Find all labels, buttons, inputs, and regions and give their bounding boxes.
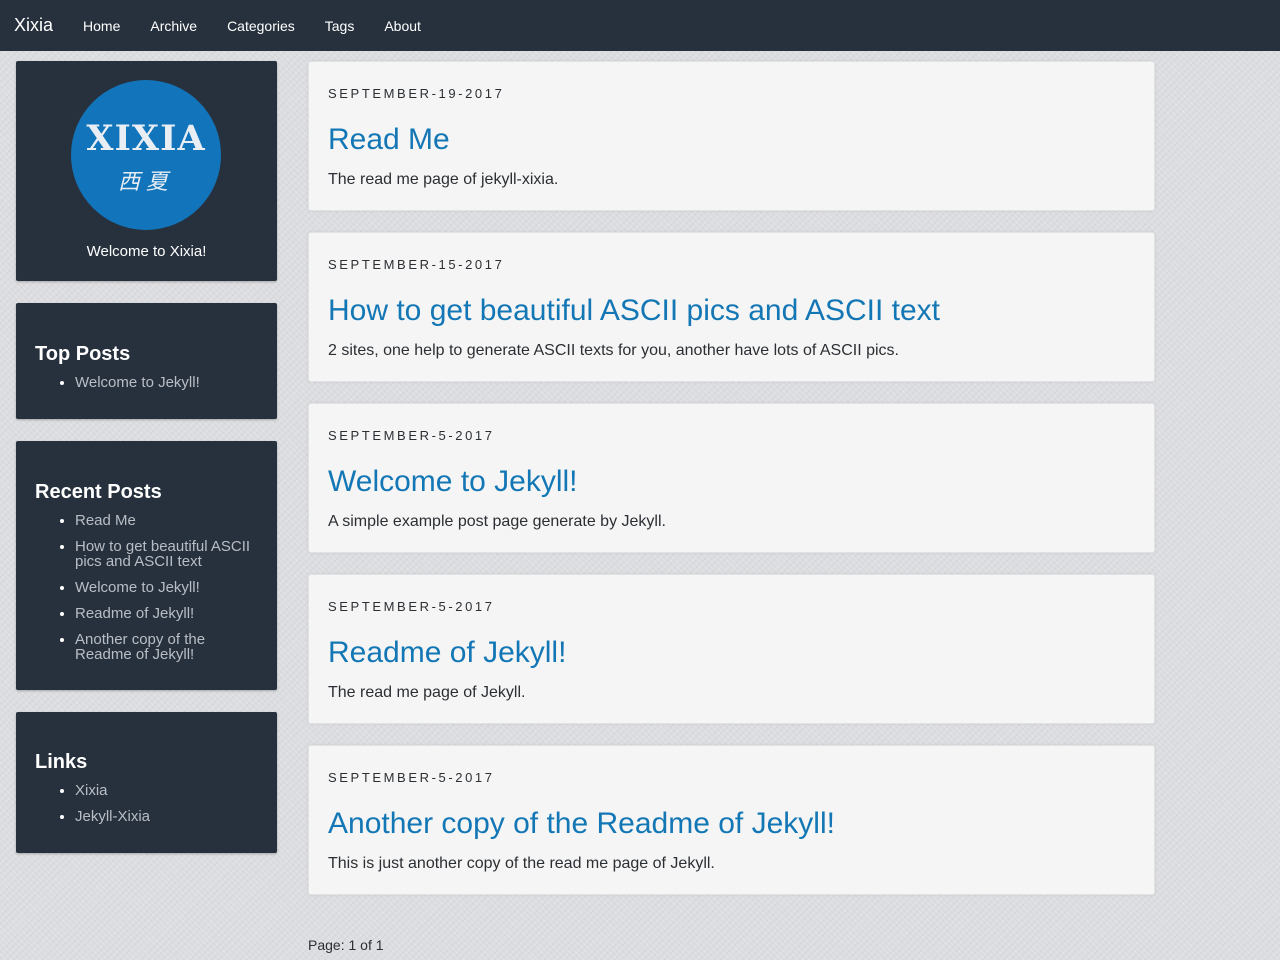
recent-post-link[interactable]: How to get beautiful ASCII pics and ASCI… [75,538,250,570]
list-item: Readme of Jekyll! [75,606,263,621]
links-panel: Links Xixia Jekyll-Xixia [16,712,277,853]
post-date: SEPTEMBER-15-2017 [328,257,505,272]
post-title-link[interactable]: How to get beautiful ASCII pics and ASCI… [328,294,940,328]
post-excerpt: 2 sites, one help to generate ASCII text… [328,342,899,359]
post-card: SEPTEMBER-5-2017 Readme of Jekyll! The r… [308,574,1155,724]
post-date: SEPTEMBER-5-2017 [328,599,495,614]
recent-posts-panel: Recent Posts Read Me How to get beautifu… [16,441,277,690]
recent-post-link[interactable]: Welcome to Jekyll! [75,579,200,596]
top-post-link[interactable]: Welcome to Jekyll! [75,374,200,391]
recent-posts-list: Read Me How to get beautiful ASCII pics … [75,513,263,673]
pagination-text: Page: 1 of 1 [308,937,384,953]
list-item: Welcome to Jekyll! [75,375,263,390]
post-card: SEPTEMBER-19-2017 Read Me The read me pa… [308,61,1155,211]
post-date: SEPTEMBER-19-2017 [328,86,505,101]
top-posts-heading: Top Posts [35,343,131,365]
site-logo: XIXIA 西夏 [71,80,221,230]
list-item: Read Me [75,513,263,528]
list-item: Another copy of the Readme of Jekyll! [75,632,263,662]
external-link[interactable]: Jekyll-Xixia [75,808,150,825]
nav-home[interactable]: Home [83,18,120,34]
welcome-text: Welcome to Xixia! [86,243,207,260]
post-title-link[interactable]: Readme of Jekyll! [328,636,566,670]
links-list: Xixia Jekyll-Xixia [75,783,263,835]
list-item: Welcome to Jekyll! [75,580,263,595]
post-card: SEPTEMBER-5-2017 Another copy of the Rea… [308,745,1155,895]
post-title-link[interactable]: Read Me [328,123,450,157]
list-item: How to get beautiful ASCII pics and ASCI… [75,539,263,569]
list-item: Xixia [75,783,263,798]
post-card: SEPTEMBER-15-2017 How to get beautiful A… [308,232,1155,382]
post-excerpt: This is just another copy of the read me… [328,855,715,872]
nav-archive[interactable]: Archive [150,18,197,34]
recent-posts-heading: Recent Posts [35,481,162,503]
external-link[interactable]: Xixia [75,782,108,799]
logo-subtext: 西夏 [117,169,174,195]
nav-categories[interactable]: Categories [227,18,295,34]
post-title-link[interactable]: Welcome to Jekyll! [328,465,578,499]
post-excerpt: A simple example post page generate by J… [328,513,666,530]
brand-link[interactable]: Xixia [14,15,53,36]
recent-post-link[interactable]: Readme of Jekyll! [75,605,194,622]
list-item: Jekyll-Xixia [75,809,263,824]
logo-text: XIXIA [86,117,206,159]
nav-tags[interactable]: Tags [325,18,355,34]
post-date: SEPTEMBER-5-2017 [328,770,495,785]
nav-about[interactable]: About [384,18,421,34]
post-excerpt: The read me page of Jekyll. [328,684,526,701]
links-heading: Links [35,751,88,773]
recent-post-link[interactable]: Read Me [75,512,136,529]
recent-post-link[interactable]: Another copy of the Readme of Jekyll! [75,631,205,663]
post-excerpt: The read me page of jekyll-xixia. [328,171,559,188]
post-title-link[interactable]: Another copy of the Readme of Jekyll! [328,807,835,841]
profile-panel: XIXIA 西夏 Welcome to Xixia! [16,61,277,281]
post-date: SEPTEMBER-5-2017 [328,428,495,443]
post-card: SEPTEMBER-5-2017 Welcome to Jekyll! A si… [308,403,1155,553]
top-navbar: Xixia Home Archive Categories Tags About [0,0,1280,51]
top-posts-list: Welcome to Jekyll! [75,375,263,401]
top-posts-panel: Top Posts Welcome to Jekyll! [16,303,277,419]
